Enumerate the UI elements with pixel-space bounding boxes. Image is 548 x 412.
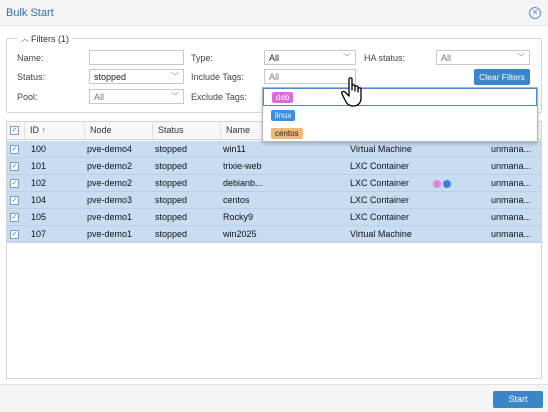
cell-name: debianb... bbox=[223, 178, 263, 188]
cell-name: win11 bbox=[223, 144, 246, 154]
row-checkbox[interactable]: ✓ bbox=[10, 196, 19, 205]
chevron-down-icon: ﹀ bbox=[171, 72, 179, 81]
dialog-titlebar: Bulk Start ✕ bbox=[0, 0, 548, 26]
cell-ha-state: unmana... bbox=[491, 144, 532, 154]
cell-status: stopped bbox=[155, 144, 188, 154]
pool-select-value: All bbox=[94, 92, 105, 102]
cell-status: stopped bbox=[155, 212, 188, 222]
tag-centos-label: centos bbox=[271, 128, 303, 139]
chevron-down-icon: ﹀ bbox=[171, 92, 179, 101]
row-checkbox[interactable]: ✓ bbox=[10, 145, 19, 154]
chevron-down-icon: ﹀ bbox=[517, 53, 525, 62]
type-select[interactable]: All ﹀ bbox=[264, 50, 356, 65]
dialog-footer bbox=[0, 384, 548, 412]
table-row[interactable]: ✓ 101 pve-demo2 stopped trixie-web LXC Contai… bbox=[7, 158, 541, 175]
cell-id: 104 bbox=[31, 195, 47, 205]
clear-filters-button[interactable]: Clear Filters bbox=[474, 69, 530, 85]
row-checkbox[interactable]: ✓ bbox=[10, 213, 19, 222]
cell-ha-state: unmana... bbox=[491, 229, 532, 239]
cell-type: LXC Container bbox=[350, 195, 410, 205]
cell-id: 101 bbox=[31, 161, 47, 171]
pool-select[interactable]: All ﹀ bbox=[89, 89, 184, 104]
close-icon[interactable]: ✕ bbox=[529, 7, 541, 19]
tag-dot-icon bbox=[443, 180, 451, 188]
cell-name: centos bbox=[223, 195, 250, 205]
cell-type: LXC Container bbox=[350, 212, 410, 222]
cell-node: pve-demo2 bbox=[87, 161, 133, 171]
tag-option-centos[interactable]: centos bbox=[263, 125, 537, 143]
cell-status: stopped bbox=[155, 178, 188, 188]
cell-node: pve-demo3 bbox=[87, 195, 133, 205]
column-header-node[interactable]: Node bbox=[85, 122, 153, 140]
column-id-label: ID bbox=[30, 125, 39, 135]
column-header-status[interactable]: Status bbox=[153, 122, 221, 140]
cell-status: stopped bbox=[155, 161, 188, 171]
filters-legend-label: Filters (1) bbox=[31, 33, 69, 44]
exclude-tags-label: Exclude Tags: bbox=[191, 92, 247, 102]
select-all-checkbox[interactable]: ✓ bbox=[10, 126, 19, 135]
cell-ha-state: unmana... bbox=[491, 212, 532, 222]
table-row[interactable]: ✓ 107 pve-demo1 stopped win2025 Virtual Machi… bbox=[7, 226, 541, 243]
cell-status: stopped bbox=[155, 195, 188, 205]
ha-status-value: All bbox=[441, 53, 452, 63]
name-input[interactable] bbox=[89, 50, 184, 65]
cell-name: Rocky9 bbox=[223, 212, 254, 222]
pool-label: Pool: bbox=[17, 92, 38, 102]
hand-pointer-icon bbox=[340, 76, 370, 110]
cell-status: stopped bbox=[155, 229, 188, 239]
row-checkbox[interactable]: ✓ bbox=[10, 162, 19, 171]
sort-ascending-icon: ↑ bbox=[41, 125, 47, 135]
cell-type: Virtual Machine bbox=[350, 229, 412, 239]
ha-status-select[interactable]: All ﹀ bbox=[436, 50, 530, 65]
collapse-chevron-icon[interactable]: ︿ bbox=[21, 33, 29, 44]
cell-id: 107 bbox=[31, 229, 47, 239]
cell-id: 105 bbox=[31, 212, 47, 222]
tag-dot-icon bbox=[433, 180, 441, 188]
cell-name: trixie-web bbox=[223, 161, 262, 171]
table-row[interactable]: ✓ 104 pve-demo3 stopped centos LXC Container u… bbox=[7, 192, 541, 209]
row-checkbox[interactable]: ✓ bbox=[10, 179, 19, 188]
status-label: Status: bbox=[17, 72, 46, 82]
table-row[interactable]: ✓ 102 pve-demo2 stopped debianb... LXC Contai… bbox=[7, 175, 541, 192]
status-select[interactable]: stopped ﹀ bbox=[89, 69, 184, 84]
dialog-title: Bulk Start bbox=[6, 7, 54, 19]
include-tags-dropdown: deb linux centos bbox=[262, 87, 538, 142]
cell-name: win2025 bbox=[223, 229, 257, 239]
type-select-value: All bbox=[269, 53, 280, 63]
cell-type: LXC Container bbox=[350, 178, 410, 188]
cell-type: LXC Container bbox=[350, 161, 410, 171]
cell-ha-state: unmana... bbox=[491, 178, 532, 188]
cell-ha-state: unmana... bbox=[491, 195, 532, 205]
cell-node: pve-demo1 bbox=[87, 229, 133, 239]
ha-status-label: HA status: bbox=[364, 53, 406, 63]
cell-id: 102 bbox=[31, 178, 47, 188]
cell-type: Virtual Machine bbox=[350, 144, 412, 154]
cell-node: pve-demo4 bbox=[87, 144, 133, 154]
select-all-header[interactable]: ✓ bbox=[7, 122, 25, 140]
column-header-id[interactable]: ID ↑ bbox=[25, 122, 85, 140]
tag-linux-label: linux bbox=[271, 110, 296, 121]
table-row[interactable]: ✓ 105 pve-demo1 stopped Rocky9 LXC Container u… bbox=[7, 209, 541, 226]
cell-ha-state: unmana... bbox=[491, 161, 532, 171]
cell-node: pve-demo2 bbox=[87, 178, 133, 188]
table-row[interactable]: ✓ 100 pve-demo4 stopped win11 Virtual Machine… bbox=[7, 141, 541, 158]
row-checkbox[interactable]: ✓ bbox=[10, 230, 19, 239]
tag-deb-label: deb bbox=[272, 92, 294, 103]
tag-option-deb[interactable]: deb bbox=[263, 88, 537, 106]
filters-legend[interactable]: ︿ Filters (1) bbox=[18, 33, 72, 44]
chevron-down-icon: ﹀ bbox=[343, 53, 351, 62]
cell-id: 100 bbox=[31, 144, 47, 154]
start-button[interactable]: Start bbox=[493, 391, 543, 408]
cell-node: pve-demo1 bbox=[87, 212, 133, 222]
type-label: Type: bbox=[191, 53, 214, 63]
guest-grid: ✓ ID ↑ Node Status Name ✓ 100 pve-demo4 sto… bbox=[6, 121, 542, 379]
include-tags-label: Include Tags: bbox=[191, 72, 244, 82]
tag-option-linux[interactable]: linux bbox=[263, 107, 537, 125]
include-tags-value: All bbox=[269, 72, 280, 82]
status-select-value: stopped bbox=[94, 72, 127, 82]
name-label: Name: bbox=[17, 53, 44, 63]
